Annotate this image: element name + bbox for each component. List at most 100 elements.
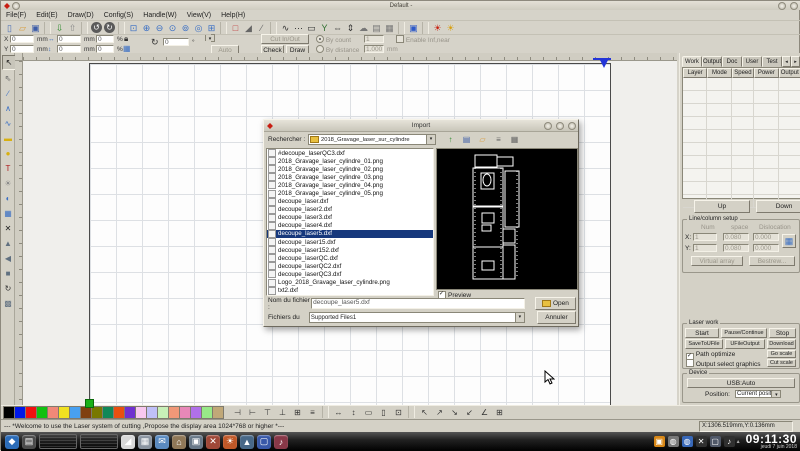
redo-icon[interactable]: ↻	[104, 22, 115, 33]
tab-output[interactable]: Output	[702, 56, 722, 67]
taskbar-window-item[interactable]	[39, 434, 77, 449]
origin-marker[interactable]	[85, 399, 94, 408]
lock-icon[interactable]: 🔒︎	[124, 34, 128, 43]
cancel-button[interactable]: Annuler	[537, 311, 576, 324]
minimize-button[interactable]	[778, 2, 786, 10]
stop-button[interactable]: Stop	[769, 328, 796, 338]
fill-tool-icon[interactable]: ■	[2, 267, 14, 280]
menu-view[interactable]: View(V)	[182, 12, 216, 19]
color-swatch[interactable]	[212, 406, 224, 419]
color-swatch[interactable]	[25, 406, 36, 419]
line-tool-icon[interactable]: ∕	[2, 87, 14, 100]
square-tool-icon[interactable]: ▭	[305, 22, 318, 34]
text-tool-icon[interactable]: T	[2, 162, 14, 175]
display-icon[interactable]: ▢	[257, 435, 271, 449]
image-import-tool-icon[interactable]: ◐	[2, 192, 14, 205]
color-swatch[interactable]	[179, 406, 190, 419]
lookin-combo[interactable]: 2018_Gravage_laser_sur_cylindre ▾	[308, 134, 436, 145]
taskbar-window-item[interactable]	[80, 434, 118, 449]
file-list[interactable]: #decoupe_laserQC3.dxf2018_Gravage_laser_…	[266, 148, 434, 296]
launcher-icon[interactable]: ◆	[5, 435, 19, 449]
mail-icon[interactable]: ✉	[155, 435, 169, 449]
cut-scale-button[interactable]: Cut scale	[767, 359, 796, 367]
file-item[interactable]: 2018_Gravage_laser_cylindre_05.png	[267, 189, 433, 197]
file-item[interactable]: decoupe_laser.dxf	[267, 198, 433, 206]
layer-combo[interactable]: ▾	[211, 34, 215, 42]
x-scale-field[interactable]: 0	[96, 35, 114, 43]
zoom-page-icon[interactable]: ⊚	[179, 22, 192, 34]
image-tool-icon[interactable]: ▦	[383, 22, 396, 34]
color-swatch[interactable]	[201, 406, 212, 419]
laser-burst-red-icon[interactable]: ☀	[431, 22, 444, 34]
file-item[interactable]: decoupe_laser152.dxf	[267, 246, 433, 254]
color-swatch[interactable]	[190, 406, 201, 419]
select-rect-icon[interactable]: □	[229, 22, 242, 34]
align-tool-icon[interactable]: ⊤	[260, 406, 275, 420]
rotate-field[interactable]: 0	[163, 38, 189, 46]
browser-icon[interactable]: ☀	[223, 435, 237, 449]
file-item[interactable]: Logo_2018_Gravage_laser_cylindre.png	[267, 279, 433, 287]
bezier-tool-icon[interactable]: ∿	[2, 117, 14, 130]
layer-table[interactable]: LayerModeSpeedPowerOutput	[682, 67, 800, 199]
dialog-close-button[interactable]	[568, 122, 576, 130]
grid-tool-icon[interactable]: ▦	[2, 207, 14, 220]
y-position-field[interactable]: 0	[10, 45, 34, 53]
layer-up-button[interactable]: Up	[694, 200, 750, 213]
color-swatch[interactable]	[14, 406, 25, 419]
export-icon[interactable]: ⇧	[66, 22, 79, 34]
color-swatch[interactable]	[47, 406, 58, 419]
align-tool-icon[interactable]: ▭	[361, 406, 376, 420]
width-field[interactable]: 0	[57, 35, 81, 43]
tray-caret-icon[interactable]: ▴	[737, 438, 740, 445]
file-item[interactable]: txt2.dxf	[267, 287, 433, 295]
open-file-icon[interactable]: ▱	[16, 22, 29, 34]
tab-scroll-icon[interactable]: ▸	[791, 56, 800, 67]
curve-tool-icon[interactable]: ∿	[279, 22, 292, 34]
file-item[interactable]: decoupe_laser3.dxf	[267, 214, 433, 222]
y-scale-field[interactable]: 0	[96, 45, 114, 53]
start-button[interactable]: Start	[685, 328, 719, 338]
clock[interactable]: 09:11:30 jeudi 7 juin 2018	[746, 433, 797, 450]
show-desktop-icon[interactable]: ▤	[22, 435, 36, 449]
delete-tool-icon[interactable]: ✕	[2, 222, 14, 235]
new-file-icon[interactable]: ▯	[3, 22, 16, 34]
align-tool-icon[interactable]: ↙	[462, 406, 477, 420]
menu-draw[interactable]: Draw(D)	[63, 12, 99, 19]
system-monitor-icon[interactable]: ▣	[189, 435, 203, 449]
color-swatch[interactable]	[3, 406, 14, 419]
align-tool-icon[interactable]: ≡	[305, 406, 320, 420]
height-field[interactable]: 0	[57, 45, 81, 53]
zoom-in-icon[interactable]: ⊕	[140, 22, 153, 34]
by-count-radio[interactable]: By count	[316, 35, 351, 44]
align-tool-icon[interactable]: ⊞	[492, 406, 507, 420]
close-button[interactable]	[790, 2, 798, 10]
x-position-field[interactable]: 0	[10, 35, 34, 43]
cloud-tool-icon[interactable]: ☁	[357, 22, 370, 34]
simulate-monitor-icon[interactable]: ▣	[407, 22, 420, 34]
color-swatch[interactable]	[58, 406, 69, 419]
node-edit-tool-icon[interactable]: ⇖	[2, 72, 14, 85]
file-item[interactable]: 2018_Gravage_laser_cylindre_01.png	[267, 157, 433, 165]
ufile-output-button[interactable]: UFileOutput	[725, 339, 765, 349]
rotate-tool-icon[interactable]: ↻	[2, 282, 14, 295]
doc-tool-icon[interactable]: ▤	[370, 22, 383, 34]
brush-icon[interactable]: ∕	[255, 22, 268, 34]
details-view-icon[interactable]: ▦	[507, 133, 522, 147]
title-bar[interactable]: Default -	[1, 1, 800, 10]
tray-volume-icon[interactable]: ♪	[724, 436, 735, 447]
color-swatch[interactable]	[113, 406, 124, 419]
rectangle-tool-icon[interactable]: ▬	[2, 132, 14, 145]
text-editor-icon[interactable]: ◢	[121, 435, 135, 449]
color-swatch[interactable]	[102, 406, 113, 419]
ellipse-tool-icon[interactable]: ●	[2, 147, 14, 160]
zoom-sel-icon[interactable]: ⊞	[205, 22, 218, 34]
file-item[interactable]: decoupe_laserQC2.dxf	[267, 262, 433, 270]
polyline-tool-icon[interactable]: ∧	[2, 102, 14, 115]
tab-doc[interactable]: Doc	[722, 56, 742, 67]
column-header-speed[interactable]: Speed	[732, 68, 754, 78]
color-swatch[interactable]	[69, 406, 80, 419]
align-tool-icon[interactable]: ∠	[477, 406, 492, 420]
align-tool-icon[interactable]: ↗	[432, 406, 447, 420]
align-tool-icon[interactable]: ↔	[331, 406, 346, 420]
import-icon[interactable]: ⇩	[53, 22, 66, 34]
